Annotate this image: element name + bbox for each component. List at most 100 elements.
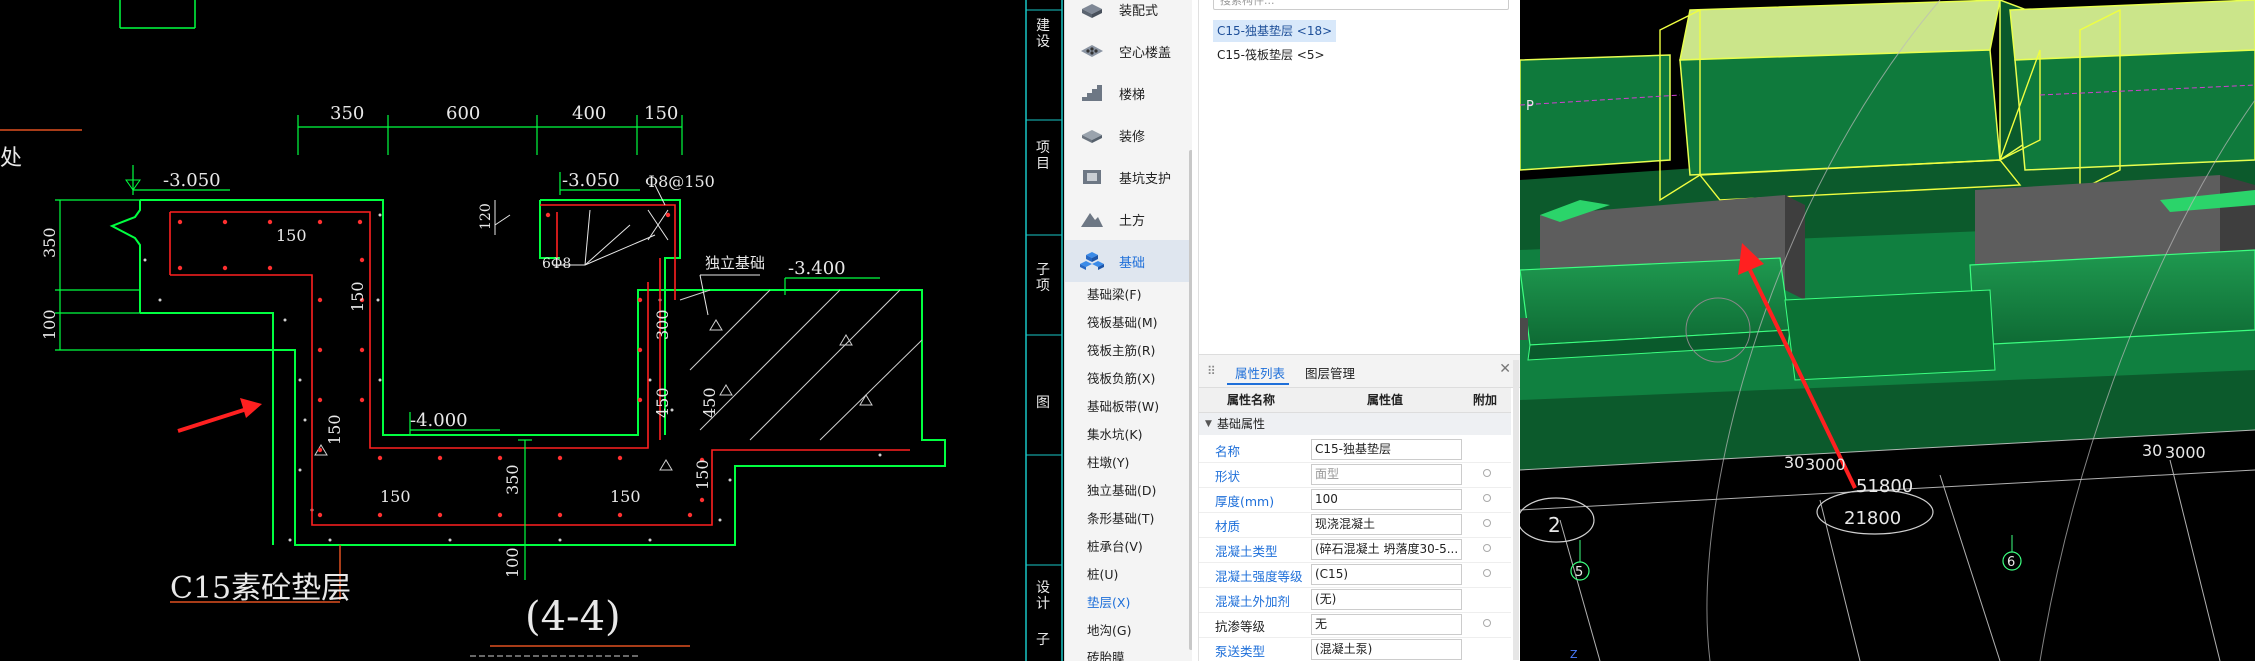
earthwork-icon	[1079, 209, 1105, 229]
property-value-field[interactable]: (混凝土泵)	[1311, 639, 1462, 660]
dim-350-bottom: 350	[503, 464, 522, 495]
sub-item-raft-neg-rebar[interactable]: 筏板负筋(X)	[1087, 369, 1155, 389]
dim-450-a: 450	[653, 387, 672, 418]
corner-z-label: Z	[1570, 648, 1578, 661]
nav-label-pit-support: 基坑支护	[1119, 171, 1172, 187]
elevation-bottom: -4.000	[410, 410, 468, 431]
grid-dim-right: 3000	[2165, 443, 2206, 462]
attach-toggle-icon[interactable]	[1483, 544, 1491, 552]
nav-item-pit-support[interactable]: 基坑支护	[1065, 156, 1193, 198]
property-row[interactable]: 混凝土类型 (碎石混凝土 坍落度30-5...	[1199, 537, 1511, 563]
stirrup-label: 6Φ8	[542, 256, 571, 272]
existing-foundation-label: 独立基础	[705, 254, 765, 272]
col-header-name: 属性名称	[1227, 393, 1276, 407]
property-name: 材质	[1215, 519, 1241, 534]
grid-dim-mid: 51800	[1856, 476, 1913, 497]
hollow-floor-icon	[1079, 41, 1105, 61]
dim-150-top: 150	[644, 103, 678, 124]
view-side-handle[interactable]	[1520, 318, 1528, 340]
nav-item-foundation[interactable]: 基础	[1065, 240, 1193, 282]
sub-item-brick-mould[interactable]: 砖胎膜	[1087, 648, 1125, 661]
sub-item-raft-main-rebar[interactable]: 筏板主筋(R)	[1087, 341, 1155, 361]
sub-item-isolated-footing[interactable]: 独立基础(D)	[1087, 481, 1156, 501]
attach-toggle-icon[interactable]	[1483, 569, 1491, 577]
property-name: 形状	[1215, 469, 1241, 484]
col-header-value: 属性值	[1367, 393, 1404, 407]
sub-item-foundation-strip[interactable]: 基础板带(W)	[1087, 397, 1159, 417]
property-row[interactable]: 泵送类型 (混凝土泵)	[1199, 637, 1511, 661]
sub-item-foundation-beam[interactable]: 基础梁(F)	[1087, 285, 1141, 305]
nav-item-stairs[interactable]: 楼梯	[1065, 72, 1193, 114]
drag-grip-icon[interactable]: ⠿	[1207, 364, 1216, 378]
property-name: 混凝土类型	[1215, 544, 1278, 559]
strip-label-3: 子项	[1036, 262, 1050, 294]
attach-toggle-icon[interactable]	[1483, 494, 1491, 502]
dim-150-b: 150	[348, 281, 367, 312]
property-name: 混凝土强度等级	[1215, 569, 1303, 584]
sub-item-pile-cap[interactable]: 桩承台(V)	[1087, 537, 1143, 557]
strip-label-2: 项目	[1036, 140, 1050, 172]
property-row[interactable]: 材质 现浇混凝土	[1199, 512, 1511, 538]
pad-label: C15素砼垫层	[170, 571, 351, 606]
nav-item-decoration[interactable]: 装修	[1065, 114, 1193, 156]
attach-toggle-icon[interactable]	[1483, 519, 1491, 527]
attach-toggle-icon[interactable]	[1483, 469, 1491, 477]
strip-label-4: 图	[1036, 395, 1050, 411]
sub-item-column-pier[interactable]: 柱墩(Y)	[1087, 453, 1129, 473]
axis-label-5: 5	[1575, 565, 1583, 580]
sub-item-raft-foundation[interactable]: 筏板基础(M)	[1087, 313, 1158, 333]
property-row[interactable]: 名称 C15-独基垫层	[1199, 437, 1511, 463]
strip-label-1: 建设	[1036, 18, 1050, 50]
attach-toggle-icon[interactable]	[1483, 619, 1491, 627]
nav-label-prefab: 装配式	[1119, 3, 1159, 19]
3d-model-view[interactable]: 30 3000 51800 21800 30 3000 5 6 2 P Z	[1520, 0, 2255, 661]
elevation-left: -3.050	[163, 170, 221, 191]
dim-100-left: 100	[40, 309, 59, 340]
grid-dim-small-left: 30	[1784, 453, 1804, 472]
sub-item-strip-footing[interactable]: 条形基础(T)	[1087, 509, 1154, 529]
property-row[interactable]: 混凝土强度等级 (C15)	[1199, 562, 1511, 588]
foundation-icon	[1079, 251, 1105, 271]
pit-support-icon	[1079, 167, 1105, 187]
close-icon[interactable]: ✕	[1499, 361, 1511, 377]
tab-layer-management[interactable]: 图层管理	[1305, 363, 1355, 382]
property-value-field[interactable]: (C15)	[1311, 564, 1462, 585]
nav-item-hollow-floor[interactable]: 空心楼盖	[1065, 30, 1193, 72]
property-row[interactable]: 形状 面型	[1199, 462, 1511, 488]
grid-dim-left: 3000	[1805, 455, 1846, 474]
property-value-field[interactable]: C15-独基垫层	[1311, 439, 1462, 460]
property-value-field[interactable]: 现浇混凝土	[1311, 514, 1462, 535]
axis-label-6: 6	[2007, 555, 2015, 570]
property-row[interactable]: 厚度(mm) 100	[1199, 487, 1511, 513]
component-search-input[interactable]: 搜索构件...	[1213, 0, 1509, 10]
sub-item-trench[interactable]: 地沟(G)	[1087, 621, 1131, 641]
stairs-icon	[1079, 83, 1105, 103]
layer-item-isolated-pad[interactable]: C15-独基垫层 <18>	[1213, 20, 1337, 42]
sub-item-pile[interactable]: 桩(U)	[1087, 565, 1118, 585]
property-row[interactable]: 抗渗等级 无	[1199, 612, 1511, 638]
dim-150-c: 150	[325, 414, 344, 445]
panel-tabs: ⠿ 属性列表 图层管理 ✕	[1199, 354, 1521, 388]
property-panel: 搜索构件... C15-独基垫层 <18> C15-筏板垫层 <5> ⠿ 属性列…	[1198, 0, 1521, 661]
nav-label-foundation: 基础	[1119, 255, 1146, 271]
group-foundation-props[interactable]: ▼ 基础属性	[1199, 413, 1511, 435]
sub-item-cushion-layer[interactable]: 垫层(X)	[1087, 593, 1130, 613]
dim-100-bottom: 100	[503, 547, 522, 578]
property-value-field[interactable]: 面型	[1311, 464, 1462, 485]
property-value-field[interactable]: (碎石混凝土 坍落度30-5...	[1311, 539, 1462, 560]
group-label: 基础属性	[1217, 417, 1266, 431]
active-tab-indicator	[1227, 383, 1289, 385]
section-label: (4-4)	[525, 594, 621, 640]
property-value-field[interactable]: 无	[1311, 614, 1462, 635]
property-value-field[interactable]: (无)	[1311, 589, 1462, 610]
nav-item-earthwork[interactable]: 土方	[1065, 198, 1193, 240]
layer-item-raft-pad[interactable]: C15-筏板垫层 <5>	[1213, 44, 1329, 66]
sub-item-sump-pit[interactable]: 集水坑(K)	[1087, 425, 1142, 445]
panel-scrollbar[interactable]	[1513, 360, 1519, 660]
property-row[interactable]: 混凝土外加剂 (无)	[1199, 587, 1511, 613]
nav-item-prefab[interactable]: 装配式	[1065, 0, 1193, 30]
property-value-field[interactable]: 100	[1311, 489, 1462, 510]
tab-property-list[interactable]: 属性列表	[1235, 363, 1285, 382]
cad-section-drawing[interactable]: 处 350 600 400 150 -3.050 350 100 120 -3.…	[0, 0, 1024, 661]
dim-150-a: 150	[276, 226, 307, 245]
